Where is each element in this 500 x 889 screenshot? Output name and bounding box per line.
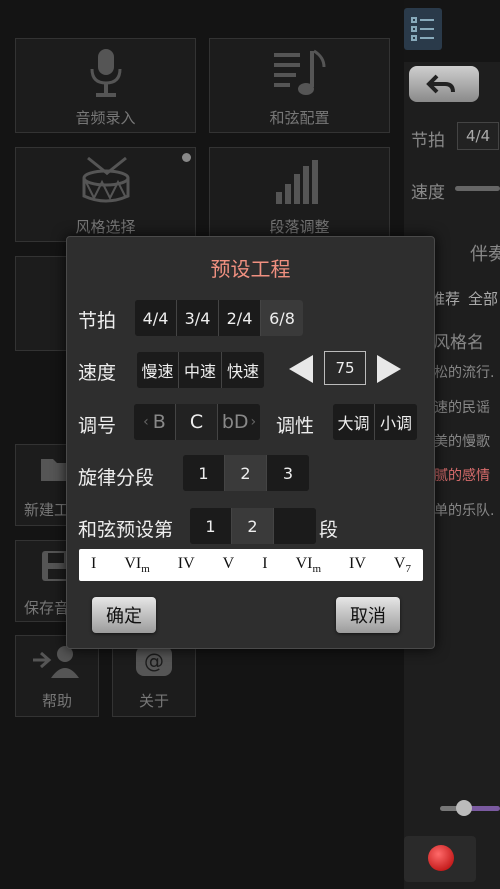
tempo-value[interactable]: 75 — [324, 351, 366, 385]
tile-label: 音频录入 — [75, 109, 136, 127]
preset-project-dialog: 预设工程 节拍 4/4 3/4 2/4 6/8 速度 慢速 中速 快速 75 调… — [66, 236, 435, 649]
side-item-label: 关于 — [138, 692, 169, 710]
beat-option-6-8[interactable]: 6/8 — [261, 300, 303, 336]
svg-text:@: @ — [144, 649, 164, 673]
drum-icon — [16, 156, 195, 212]
key-row-label: 调号 — [78, 415, 117, 437]
chord-root: VI — [295, 554, 313, 572]
chord-item[interactable]: IV — [178, 555, 195, 575]
side-item-label: 帮助 — [41, 692, 72, 710]
cancel-button[interactable]: 取消 — [336, 597, 400, 633]
chord-root: I — [262, 554, 268, 572]
chord-preset-option-3[interactable] — [274, 508, 316, 544]
chord-item[interactable]: I — [91, 555, 96, 575]
chord-root: I — [91, 554, 97, 572]
menu-tile-style-select[interactable]: 风格选择 — [15, 147, 196, 242]
help-user-icon — [16, 644, 98, 682]
key-option-b[interactable]: ‹ B — [134, 404, 176, 440]
chord-item[interactable]: I — [262, 555, 267, 575]
key-option-c[interactable]: C — [176, 404, 218, 440]
melody-row-label: 旋律分段 — [78, 467, 155, 489]
key-next-chevron-icon: › — [250, 414, 257, 430]
filter-tab-all[interactable]: 全部 — [468, 288, 498, 309]
undo-arrow-icon — [426, 74, 455, 94]
chord-suffix: 7 — [405, 563, 411, 576]
chord-root: V — [393, 554, 406, 572]
record-icon — [428, 845, 454, 871]
chord-preset-label-prefix: 和弦预设第 — [78, 519, 174, 541]
mode-option-minor[interactable]: 小调 — [375, 404, 417, 440]
tile-label: 段落调整 — [269, 218, 330, 236]
equalizer-icon — [210, 156, 389, 212]
beat-option-3-4[interactable]: 3/4 — [177, 300, 219, 336]
mode-option-major[interactable]: 大调 — [333, 404, 375, 440]
microphone-icon — [16, 47, 195, 103]
chord-suffix: m — [141, 563, 150, 576]
list-menu-button[interactable] — [404, 8, 442, 50]
speed-option-medium[interactable]: 中速 — [179, 352, 222, 388]
chord-item[interactable]: VIm — [124, 555, 149, 575]
key-option-bd-label: bD — [221, 411, 249, 433]
speed-slider[interactable] — [455, 186, 500, 191]
style-list-item[interactable]: 松的流行. — [434, 362, 494, 382]
speed-selector: 慢速 中速 快速 — [137, 352, 264, 388]
mode-row-label: 调性 — [276, 415, 315, 437]
key-prev-chevron-icon: ‹ — [143, 414, 149, 430]
chord-preset-option-1[interactable]: 1 — [190, 508, 232, 544]
speed-option-fast[interactable]: 快速 — [222, 352, 264, 388]
tile-label: 和弦配置 — [269, 109, 330, 127]
list-icon — [411, 17, 434, 41]
dialog-title: 预设工程 — [210, 257, 291, 281]
chord-suffix: m — [312, 563, 322, 576]
new-indicator-dot — [182, 153, 191, 162]
chord-preset-label-suffix: 段 — [319, 519, 339, 541]
style-list-header: 风格名 — [433, 333, 484, 353]
speed-label: 速度 — [411, 183, 445, 203]
style-list-item[interactable]: 单的乐队. — [434, 500, 494, 520]
beat-label: 节拍 — [411, 131, 445, 151]
chord-preset-option-2[interactable]: 2 — [232, 508, 274, 544]
chord-root: IV — [349, 554, 366, 572]
chord-progression-bar[interactable]: I VIm IV V I VIm IV V7 — [79, 549, 423, 581]
beat-value[interactable]: 4/4 — [457, 122, 500, 150]
key-option-bd[interactable]: bD › — [218, 404, 260, 440]
confirm-button[interactable]: 确定 — [92, 597, 156, 633]
music-note-icon — [210, 47, 389, 103]
key-selector: ‹ B C bD › — [134, 404, 260, 440]
chord-item[interactable]: IV — [349, 555, 366, 575]
accompany-label: 伴奏 — [470, 244, 500, 265]
beat-selector: 4/4 3/4 2/4 6/8 — [135, 300, 303, 336]
volume-slider-thumb[interactable] — [456, 800, 472, 816]
tile-label: 风格选择 — [75, 218, 136, 236]
chord-item[interactable]: V — [223, 555, 235, 575]
chord-root: IV — [177, 554, 195, 572]
melody-option-3[interactable]: 3 — [267, 455, 309, 491]
chord-root: V — [222, 554, 235, 572]
beat-option-4-4[interactable]: 4/4 — [135, 300, 177, 336]
chord-preset-selector: 1 2 — [190, 508, 316, 544]
at-icon: @ — [113, 644, 195, 684]
melody-option-1[interactable]: 1 — [183, 455, 225, 491]
speed-row-label: 速度 — [78, 362, 117, 384]
menu-tile-chord-config[interactable]: 和弦配置 — [209, 38, 390, 133]
melody-segment-selector: 1 2 3 — [183, 455, 309, 491]
style-list-item[interactable]: 速的民谣 — [434, 397, 490, 417]
chord-item[interactable]: V7 — [394, 555, 411, 575]
style-list-item-selected[interactable]: 腻的感情 — [434, 465, 490, 485]
back-button[interactable] — [409, 66, 479, 102]
chord-item[interactable]: VIm — [296, 555, 321, 575]
speed-option-slow[interactable]: 慢速 — [137, 352, 179, 388]
chord-root: VI — [124, 554, 142, 572]
style-list-item[interactable]: 美的慢歌 — [434, 431, 490, 451]
mode-selector: 大调 小调 — [333, 404, 417, 440]
beat-option-2-4[interactable]: 2/4 — [219, 300, 261, 336]
beat-row-label: 节拍 — [78, 310, 117, 332]
tempo-increase-icon[interactable] — [377, 355, 401, 383]
melody-option-2[interactable]: 2 — [225, 455, 267, 491]
tempo-decrease-icon[interactable] — [289, 355, 313, 383]
menu-tile-audio-input[interactable]: 音频录入 — [15, 38, 196, 133]
key-option-b-label: B — [152, 411, 166, 433]
menu-tile-section-adjust[interactable]: 段落调整 — [209, 147, 390, 242]
